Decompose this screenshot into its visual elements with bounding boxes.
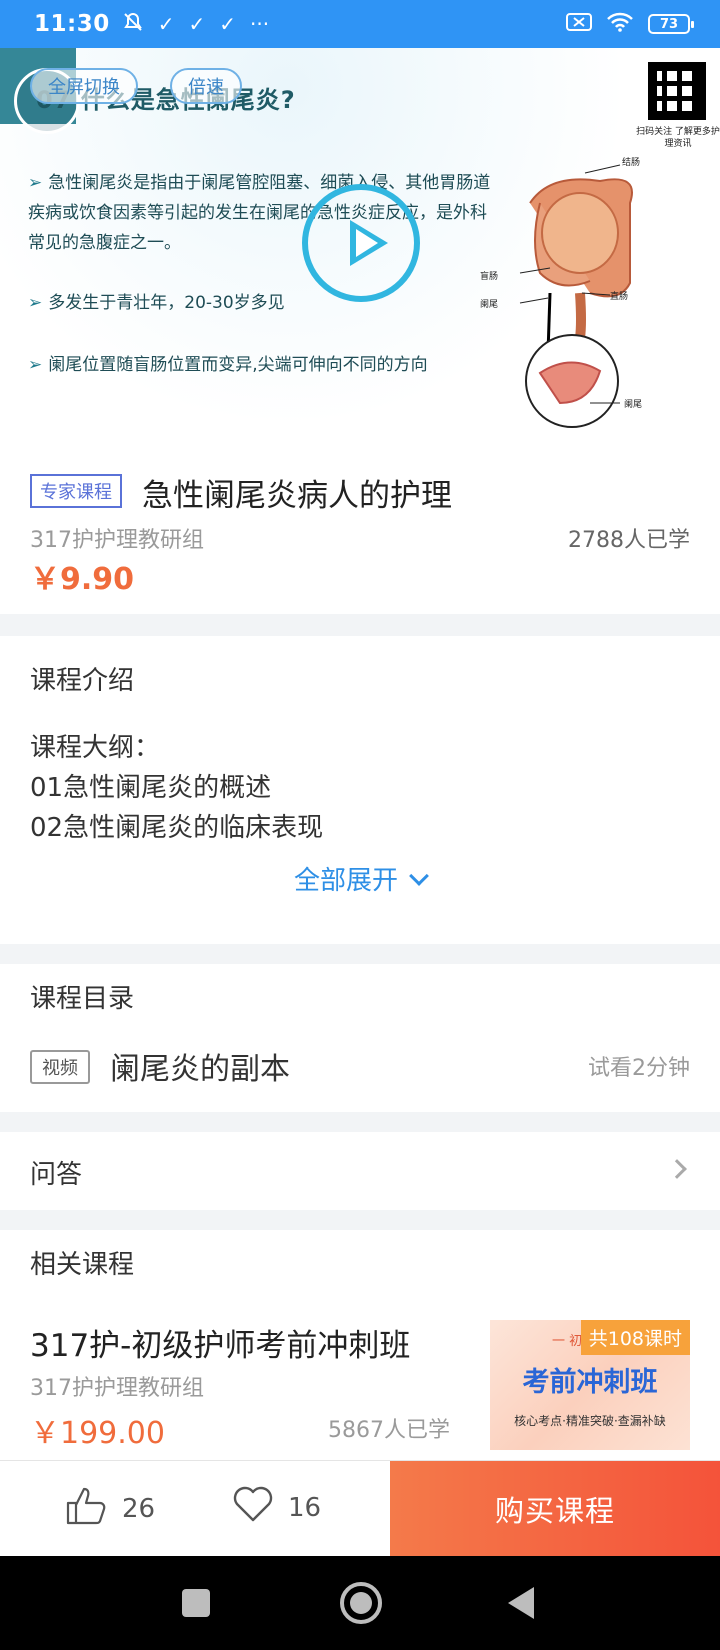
more-dots-icon: ···	[250, 12, 270, 36]
expert-course-tag: 专家课程	[30, 474, 122, 508]
section-title: 课程介绍	[30, 666, 135, 696]
section-title: 问答	[30, 1160, 83, 1190]
related-course-org: 317护护理教研组	[30, 1376, 204, 1401]
back-icon[interactable]	[508, 1587, 534, 1619]
heart-icon	[232, 1485, 274, 1530]
status-bar: 11:30 ✓ ✓ ✓ ··· 73	[0, 0, 720, 48]
anatomy-label: 直肠	[610, 292, 629, 302]
trial-duration: 试看2分钟	[588, 1056, 690, 1081]
wifi-icon	[606, 12, 634, 36]
check-icon: ✓	[219, 12, 237, 36]
anatomy-label: 盲肠	[480, 272, 499, 282]
section-title: 课程目录	[30, 984, 135, 1014]
thumbs-up-icon	[66, 1485, 108, 1532]
qa-row[interactable]: 问答	[0, 1132, 720, 1210]
thumbnail-title: 考前冲刺班	[522, 1367, 658, 1398]
play-icon	[350, 220, 388, 266]
course-org: 317护护理教研组	[30, 528, 204, 553]
related-course-thumbnail[interactable]: 一 初级 共108课时 考前冲刺班 核心考点·精准突破·查漏补缺	[490, 1320, 690, 1450]
section-title: 相关课程	[30, 1250, 135, 1280]
recent-apps-icon[interactable]	[182, 1589, 210, 1617]
course-price: ￥9.90	[30, 562, 135, 597]
lesson-count-badge: 共108课时	[580, 1320, 690, 1355]
bottom-action-bar: 26 16 购买课程	[0, 1460, 720, 1557]
related-courses-section: 相关课程 317护-初级护师考前冲刺班 317护护理教研组 ￥199.00 58…	[0, 1230, 720, 1460]
lesson-title: 阑尾炎的副本	[110, 1052, 290, 1087]
anatomy-label: 结肠	[622, 158, 641, 168]
course-intro-section: 课程介绍 课程大纲： 01急性阑尾炎的概述 02急性阑尾炎的临床表现 全部展开	[0, 636, 720, 944]
thumbnail-slogan: 核心考点·精准突破·查漏补缺	[514, 1414, 666, 1428]
slide-bullet: ➢ 多发生于青壮年，20-30岁多见	[28, 293, 285, 313]
slide-bullet: ➢ 急性阑尾炎是指由于阑尾管腔阻塞、细菌入侵、其他胃肠道疾病或饮食因素等引起的发生…	[28, 173, 491, 253]
fullscreen-toggle-button[interactable]: 全屏切换	[30, 68, 138, 104]
chevron-down-icon	[409, 866, 429, 886]
system-icons: 73	[566, 12, 694, 36]
notification-icons: ✓ ✓ ✓ ···	[122, 11, 269, 38]
battery-icon: 73	[648, 14, 694, 34]
check-icon: ✓	[157, 12, 175, 36]
home-icon[interactable]	[340, 1582, 382, 1624]
intro-line: 课程大纲：	[30, 733, 161, 763]
favorite-button[interactable]: 16	[232, 1485, 321, 1530]
qr-caption: 扫码关注 了解更多护理资讯	[636, 127, 720, 149]
sim-off-icon	[566, 12, 592, 36]
like-button[interactable]: 26	[66, 1485, 155, 1532]
qr-code	[648, 62, 706, 120]
slide-bullet: ➢ 阑尾位置随盲肠位置而变异,尖端可伸向不同的方向	[28, 355, 428, 375]
intro-line: 01急性阑尾炎的概述	[30, 773, 272, 803]
expand-all-button[interactable]: 全部展开	[0, 860, 720, 897]
course-title: 急性阑尾炎病人的护理	[142, 478, 452, 514]
intro-body: 课程大纲： 01急性阑尾炎的概述 02急性阑尾炎的临床表现	[30, 728, 323, 848]
expand-all-label: 全部展开	[293, 866, 398, 896]
video-tag: 视频	[30, 1050, 90, 1084]
learner-count: 2788人已学	[568, 528, 690, 553]
appendix-anatomy-illustration: 结肠 盲肠 阑尾 直肠 阑尾	[480, 158, 710, 433]
course-catalog-section: 课程目录 视频 阑尾炎的副本 试看2分钟	[0, 964, 720, 1112]
course-info: 专家课程 急性阑尾炎病人的护理 317护护理教研组 2788人已学 ￥9.90	[0, 446, 720, 614]
playback-speed-button[interactable]: 倍速	[170, 68, 242, 104]
anatomy-label: 阑尾	[480, 300, 499, 310]
like-count: 26	[122, 1493, 156, 1524]
play-button[interactable]	[302, 184, 420, 302]
anatomy-label: 阑尾	[624, 400, 643, 410]
favorite-count: 16	[288, 1492, 322, 1523]
mute-icon	[122, 11, 144, 38]
intro-line: 02急性阑尾炎的临床表现	[30, 813, 324, 843]
chevron-right-icon	[667, 1159, 687, 1179]
related-course-title: 317护-初级护师考前冲刺班	[30, 1328, 411, 1364]
related-course-price: ￥199.00	[30, 1416, 165, 1451]
video-player[interactable]: 07 什么是急性阑尾炎? 全屏切换 倍速 ➢ 急性阑尾炎是指由于阑尾管腔阻塞、细菌…	[0, 48, 720, 446]
buy-course-button[interactable]: 购买课程	[390, 1461, 720, 1557]
status-time: 11:30	[34, 11, 110, 37]
related-learner-count: 5867人已学	[328, 1418, 450, 1443]
system-nav-bar	[0, 1556, 720, 1650]
check-icon: ✓	[188, 12, 206, 36]
